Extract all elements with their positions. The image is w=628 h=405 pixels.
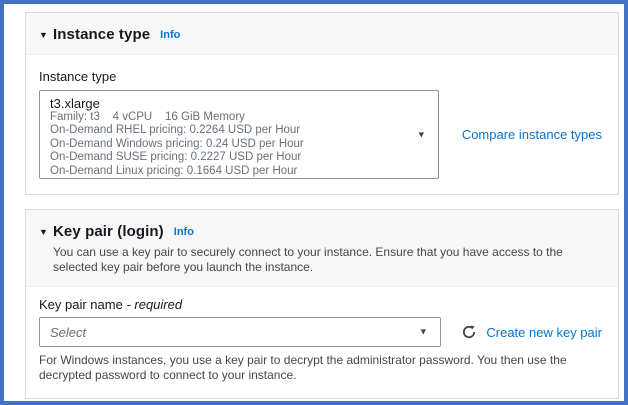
- instance-type-field-label: Instance type: [39, 69, 116, 84]
- instance-type-detail-family: Family: t3 4 vCPU 16 GiB Memory: [50, 111, 408, 124]
- key-pair-section-title: Key pair (login): [53, 223, 164, 240]
- launch-instance-form: ▼ Instance type Info Instance type t3.xl…: [0, 0, 628, 405]
- instance-type-body: Instance type t3.xlarge Family: t3 4 vCP…: [26, 55, 618, 194]
- key-pair-name-required-suffix: - required: [126, 297, 182, 312]
- instance-type-detail-linux: On-Demand Linux pricing: 0.1664 USD per …: [50, 165, 408, 178]
- collapse-caret-icon[interactable]: ▼: [39, 30, 53, 40]
- compare-instance-types-link[interactable]: Compare instance types: [462, 127, 602, 142]
- instance-type-combobox[interactable]: t3.xlarge Family: t3 4 vCPU 16 GiB Memor…: [39, 90, 439, 179]
- key-pair-info-link[interactable]: Info: [174, 226, 194, 238]
- instance-type-section-header[interactable]: ▼ Instance type Info: [26, 13, 618, 55]
- instance-type-selected-value: t3.xlarge: [50, 96, 408, 111]
- create-new-key-pair-link[interactable]: Create new key pair: [486, 325, 602, 340]
- key-pair-section-header[interactable]: ▼ Key pair (login) Info You can use a ke…: [26, 210, 618, 287]
- key-pair-footer-note: For Windows instances, you use a key pai…: [39, 353, 602, 383]
- instance-type-panel: ▼ Instance type Info Instance type t3.xl…: [25, 12, 619, 195]
- refresh-icon: [461, 324, 477, 340]
- instance-type-detail-suse: On-Demand SUSE pricing: 0.2227 USD per H…: [50, 151, 408, 164]
- instance-type-section-title: Instance type: [53, 26, 150, 43]
- collapse-caret-icon[interactable]: ▼: [39, 227, 53, 237]
- key-pair-body: Key pair name - required Select ▼ Create…: [26, 287, 618, 398]
- instance-type-detail-windows: On-Demand Windows pricing: 0.24 USD per …: [50, 138, 408, 151]
- refresh-key-pairs-button[interactable]: [459, 322, 479, 342]
- key-pair-select[interactable]: Select ▼: [39, 317, 441, 347]
- key-pair-panel: ▼ Key pair (login) Info You can use a ke…: [25, 209, 619, 399]
- key-pair-name-label-text: Key pair name: [39, 297, 126, 312]
- instance-type-detail-rhel: On-Demand RHEL pricing: 0.2264 USD per H…: [50, 124, 408, 137]
- key-pair-description: You can use a key pair to securely conne…: [53, 245, 602, 275]
- dropdown-arrow-icon[interactable]: ▼: [419, 327, 428, 337]
- key-pair-select-placeholder: Select: [50, 325, 86, 340]
- instance-type-info-link[interactable]: Info: [160, 29, 180, 41]
- key-pair-name-label: Key pair name - required: [39, 297, 182, 312]
- dropdown-arrow-icon[interactable]: ▼: [417, 129, 426, 139]
